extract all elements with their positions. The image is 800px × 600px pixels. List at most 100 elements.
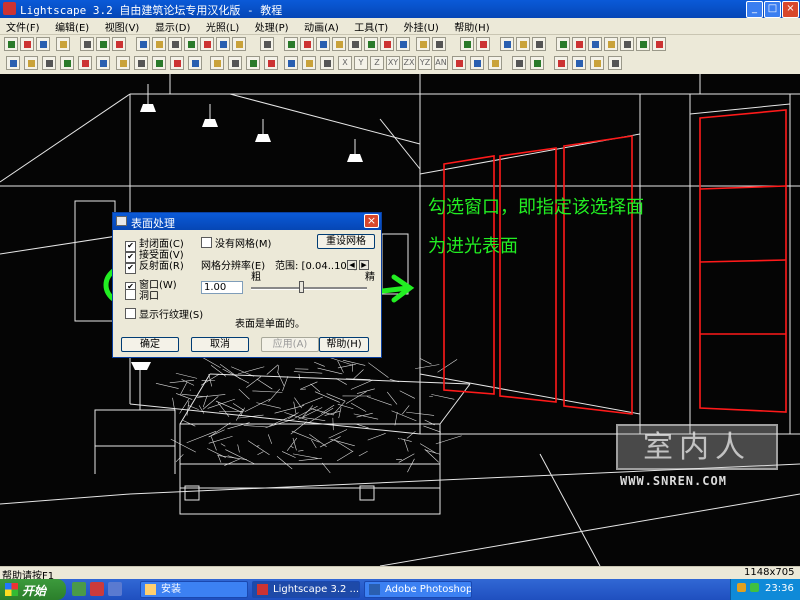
toolbar-button[interactable] [24,56,38,70]
toolbar-button[interactable] [620,37,634,51]
mesh-slider-thumb[interactable] [299,281,304,293]
maximize-button[interactable]: □ [764,1,781,18]
toolbar-button[interactable] [302,56,316,70]
toolbar-button[interactable] [60,56,74,70]
toolbar-button[interactable] [4,37,18,51]
toolbar-button[interactable] [228,56,242,70]
minimize-button[interactable]: _ [746,1,763,18]
toolbar-button[interactable] [56,37,70,51]
toolbar-button[interactable] [116,56,130,70]
axis-view-button[interactable]: ZX [402,56,416,70]
toolbar-button[interactable] [246,56,260,70]
ok-button[interactable]: 确定 [121,337,179,352]
checkbox-opening[interactable]: 洞口 [125,287,159,302]
toolbar-button[interactable] [554,56,568,70]
menu-display[interactable]: 显示(D) [149,18,197,34]
range-decrease-button[interactable]: ◀ [347,260,357,270]
toolbar-button[interactable] [300,37,314,51]
toolbar-button[interactable] [604,37,618,51]
toolbar-button[interactable] [188,56,202,70]
toolbar-button[interactable] [452,56,466,70]
toolbar-button[interactable] [96,37,110,51]
axis-view-button[interactable]: X [338,56,352,70]
toolbar-button[interactable] [152,37,166,51]
axis-view-button[interactable]: YZ [418,56,432,70]
toolbar-button[interactable] [488,56,502,70]
checkbox-show-texture[interactable]: 显示行纹理(S) [125,306,203,321]
toolbar-button[interactable] [170,56,184,70]
toolbar-button[interactable] [136,37,150,51]
toolbar-button[interactable] [416,37,430,51]
toolbar-button[interactable] [364,37,378,51]
quicklaunch-icon[interactable] [108,582,122,596]
checkbox-no-mesh[interactable]: 没有网格(M) [201,235,271,250]
toolbar-button[interactable] [168,37,182,51]
toolbar-button[interactable] [316,37,330,51]
toolbar-button[interactable] [260,37,274,51]
toolbar-button[interactable] [36,37,50,51]
toolbar-button[interactable] [42,56,56,70]
toolbar-button[interactable] [200,37,214,51]
toolbar-button[interactable] [396,37,410,51]
toolbar-button[interactable] [348,37,362,51]
tray-icon[interactable] [737,583,746,592]
toolbar-button[interactable] [608,56,622,70]
toolbar-button[interactable] [264,56,278,70]
task-install[interactable]: 安装 [140,581,248,598]
toolbar-button[interactable] [470,56,484,70]
toolbar-button[interactable] [332,37,346,51]
task-photoshop[interactable]: Adobe Photoshop [364,581,472,598]
close-button[interactable]: × [782,1,799,18]
toolbar-button[interactable] [636,37,650,51]
toolbar-button[interactable] [476,37,490,51]
checkbox-reflector[interactable]: ✔ 反射面(R) [125,257,184,274]
toolbar-button[interactable] [210,56,224,70]
quicklaunch-icon[interactable] [72,582,86,596]
mesh-slider-track[interactable] [251,287,367,290]
toolbar-button[interactable] [284,56,298,70]
dialog-close-button[interactable]: × [364,214,379,228]
apply-button[interactable]: 应用(A) [261,337,319,352]
menu-file[interactable]: 文件(F) [0,18,46,34]
toolbar-button[interactable] [652,37,666,51]
toolbar-button[interactable] [20,37,34,51]
task-lightscape[interactable]: Lightscape 3.2 ... [252,581,360,598]
quicklaunch-icon[interactable] [90,582,104,596]
toolbar-button[interactable] [572,37,586,51]
toolbar-button[interactable] [284,37,298,51]
axis-view-button[interactable]: Y [354,56,368,70]
toolbar-button[interactable] [588,37,602,51]
toolbar-button[interactable] [184,37,198,51]
toolbar-button[interactable] [134,56,148,70]
menu-process[interactable]: 处理(P) [249,18,295,34]
toolbar-button[interactable] [232,37,246,51]
toolbar-button[interactable] [152,56,166,70]
toolbar-button[interactable] [516,37,530,51]
toolbar-button[interactable] [590,56,604,70]
menu-help[interactable]: 帮助(H) [448,18,495,34]
axis-view-button[interactable]: AN [434,56,448,70]
help-button[interactable]: 帮助(H) [319,337,369,352]
toolbar-button[interactable] [112,37,126,51]
toolbar-button[interactable] [512,56,526,70]
toolbar-button[interactable] [80,37,94,51]
toolbar-button[interactable] [320,56,334,70]
toolbar-button[interactable] [380,37,394,51]
axis-view-button[interactable]: XY [386,56,400,70]
tray-icon[interactable] [750,583,759,592]
toolbar-button[interactable] [500,37,514,51]
toolbar-button[interactable] [96,56,110,70]
toolbar-button[interactable] [556,37,570,51]
toolbar-button[interactable] [6,56,20,70]
toolbar-button[interactable] [530,56,544,70]
menu-light[interactable]: 光照(L) [200,18,245,34]
reset-mesh-button[interactable]: 重设网格 [317,234,375,249]
toolbar-button[interactable] [460,37,474,51]
menu-plugins[interactable]: 外挂(U) [398,18,445,34]
toolbar-button[interactable] [532,37,546,51]
axis-view-button[interactable]: Z [370,56,384,70]
toolbar-button[interactable] [78,56,92,70]
toolbar-button[interactable] [432,37,446,51]
menu-tools[interactable]: 工具(T) [348,18,394,34]
menu-animation[interactable]: 动画(A) [298,18,345,34]
